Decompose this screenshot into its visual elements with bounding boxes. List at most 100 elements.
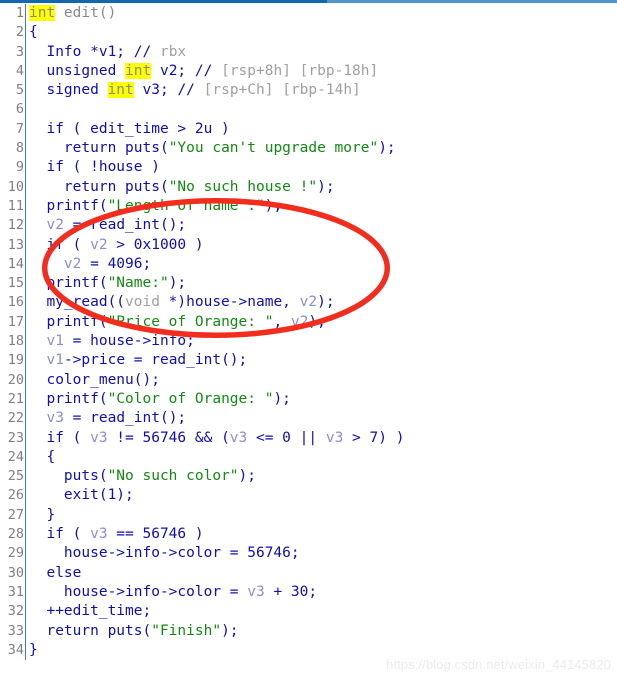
code-token: > 7) ) — [343, 429, 405, 446]
line-number: 14 — [7, 255, 24, 272]
line-number: 5 — [15, 82, 24, 99]
code-token: ); — [317, 178, 335, 195]
code-line[interactable]: 3 Info *v1; // rbx — [0, 42, 617, 62]
code-token: if ( — [29, 429, 91, 446]
gutter-separator — [25, 525, 26, 545]
code-line[interactable]: 27 } — [0, 505, 617, 526]
code-text: return puts("You can't upgrade more"); — [29, 139, 396, 158]
gutter-separator — [25, 389, 26, 410]
line-number: 2 — [15, 24, 24, 41]
code-token: v3; — [133, 82, 178, 99]
code-line[interactable]: 22 v3 = read_int(); — [0, 409, 617, 429]
code-line[interactable]: 11 printf("Length of name :"); — [0, 196, 617, 217]
code-line[interactable]: 32 ++edit_time; — [0, 602, 617, 622]
code-line[interactable]: 5 signed int v3; // [rsp+Ch] [rbp-14h] — [0, 81, 617, 101]
line-number: 23 — [7, 429, 24, 446]
code-token: ); — [273, 390, 291, 407]
code-token: "Length of name :" — [107, 197, 265, 214]
code-token: int — [29, 5, 56, 21]
code-token: return puts( — [29, 178, 169, 195]
code-line[interactable]: 1 int edit() — [0, 4, 617, 24]
gutter-separator — [25, 158, 26, 178]
code-line[interactable]: 29 house->info->color = 56746; — [0, 544, 617, 564]
code-line[interactable]: 7 if ( edit_time > 2u ) — [0, 119, 617, 140]
code-text: else — [29, 564, 81, 583]
code-line[interactable]: 19 v1->price = read_int(); — [0, 351, 617, 371]
code-line[interactable]: 8 return puts("You can't upgrade more"); — [0, 139, 617, 159]
gutter-separator — [25, 621, 26, 641]
code-text: int edit() — [29, 4, 116, 23]
code-line[interactable]: 25 puts("No such color"); — [0, 467, 617, 487]
code-token: // — [194, 62, 222, 79]
code-line[interactable]: 15 printf("Name:"); — [0, 274, 617, 294]
code-line[interactable]: 13 if ( v2 > 0x1000 ) — [0, 235, 617, 255]
code-line[interactable]: 33 return puts("Finish"); — [0, 621, 617, 641]
code-token: { — [29, 448, 56, 465]
code-text: return puts("No such house !"); — [29, 178, 335, 197]
code-line[interactable]: 28 if ( v3 == 56746 ) — [0, 525, 617, 545]
line-number: 29 — [7, 545, 24, 562]
gutter-separator — [25, 235, 26, 255]
code-token: > 0x1000 ) — [107, 236, 204, 253]
code-line[interactable]: 4 unsigned int v2; // [rsp+8h] [rbp-18h] — [0, 61, 617, 82]
line-number: 27 — [7, 506, 24, 523]
code-text: puts("No such color"); — [29, 467, 256, 486]
code-token: if ( — [29, 236, 91, 253]
gutter-separator — [25, 100, 26, 120]
code-token: v2 — [290, 313, 309, 330]
code-line[interactable]: 24 { — [0, 447, 617, 468]
code-text: color_menu(); — [29, 371, 160, 390]
code-line[interactable]: 20 color_menu(); — [0, 370, 617, 390]
gutter-separator — [25, 332, 26, 352]
code-token: v1 — [46, 352, 64, 369]
code-text: return puts("Finish"); — [29, 622, 238, 641]
code-token: "Price of Orange: " — [107, 313, 274, 330]
gutter-separator — [25, 139, 26, 159]
gutter-separator — [25, 409, 26, 429]
code-token: = read_int(); — [63, 217, 187, 234]
code-token: if ( !house ) — [29, 159, 160, 176]
code-line[interactable]: 17 printf("Price of Orange: ", v2); — [0, 312, 617, 333]
gutter-separator — [25, 216, 26, 236]
code-line[interactable]: 2{ — [0, 23, 617, 43]
code-line[interactable]: 16 my_read((void *)house->name, v2); — [0, 293, 617, 313]
code-text: { — [29, 23, 38, 42]
code-line[interactable]: 30 else — [0, 563, 617, 583]
code-line[interactable]: 21 printf("Color of Orange: "); — [0, 389, 617, 410]
code-token: } — [29, 506, 56, 523]
code-token: Info *v1; — [29, 43, 134, 60]
line-number: 15 — [7, 275, 24, 292]
code-text: v2 = 4096; — [29, 255, 151, 274]
code-line[interactable]: 9 if ( !house ) — [0, 158, 617, 178]
code-text: Info *v1; // rbx — [29, 43, 186, 62]
code-token: v1 — [46, 333, 64, 350]
gutter-separator — [25, 563, 26, 583]
gutter-separator — [25, 23, 26, 43]
code-text: } — [29, 506, 55, 525]
code-token: v2 — [63, 255, 82, 272]
code-line[interactable]: 14 v2 = 4096; — [0, 254, 617, 275]
code-token: ); — [168, 275, 187, 292]
gutter-separator — [25, 467, 26, 487]
code-token: + 30; — [264, 583, 318, 600]
line-number: 25 — [7, 468, 24, 485]
line-number: 3 — [15, 43, 24, 60]
code-line[interactable]: 31 house->info->color = v3 + 30; — [0, 582, 617, 603]
line-number: 17 — [7, 313, 24, 330]
gutter-separator — [25, 293, 26, 313]
code-token: ); — [238, 468, 256, 485]
pseudocode-listing[interactable]: 1 int edit() 2{3 Info *v1; // rbx 4 unsigne… — [0, 4, 617, 690]
code-token: = read_int(); — [63, 410, 187, 427]
code-text: my_read((void *)house->name, v2); — [29, 293, 334, 312]
code-token: else — [29, 564, 82, 581]
code-token: edit() — [55, 5, 117, 21]
code-line[interactable]: 12 v2 = read_int(); — [0, 216, 617, 236]
code-line[interactable]: 23 if ( v3 != 56746 && (v3 <= 0 || v3 > … — [0, 428, 617, 448]
code-line[interactable]: 18 v1 = house->info; — [0, 332, 617, 352]
code-text: unsigned int v2; // [rsp+8h] [rbp-18h] — [29, 62, 378, 81]
code-line[interactable]: 10 return puts("No such house !"); — [0, 177, 617, 197]
code-line[interactable]: 6 — [0, 100, 617, 120]
gutter-separator — [25, 177, 26, 197]
code-token: "You can't upgrade more" — [168, 140, 379, 157]
code-line[interactable]: 26 exit(1); — [0, 486, 617, 506]
